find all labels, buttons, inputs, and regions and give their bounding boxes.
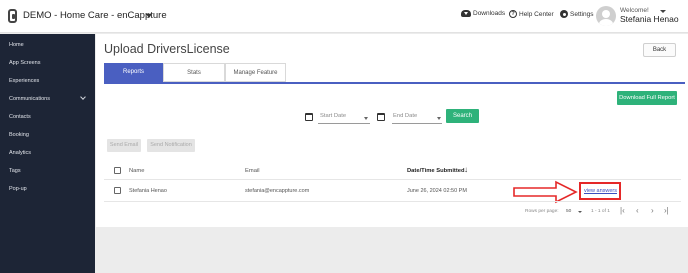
end-date-input[interactable]: End Date [393,113,417,119]
column-header-name[interactable]: Name [129,168,144,174]
help-icon: ? [509,10,517,18]
calendar-icon[interactable] [377,113,385,121]
sidebar-item-communications[interactable]: Communications [9,96,50,102]
cloud-download-icon [461,10,471,17]
start-date-underline [318,123,370,124]
app-switcher-caret-icon[interactable] [146,14,152,18]
help-center-label: Help Center [519,10,554,18]
table-cell-submitted: June 26, 2024 02:50 PM [407,188,467,194]
select-all-checkbox[interactable] [114,167,121,174]
settings-label: Settings [570,10,594,18]
chevron-down-icon[interactable] [364,117,368,120]
sidebar-item-pop-up[interactable]: Pop-up [9,186,27,192]
tab-underline [104,82,685,84]
top-bar: DEMO - Home Care - enCappture Downloads … [0,0,688,33]
sidebar-item-app-screens[interactable]: App Screens [9,60,41,66]
column-header-date-submitted[interactable]: Date/Time Submitted [407,168,465,174]
user-menu-caret-icon[interactable] [660,10,666,13]
gear-icon [560,10,568,18]
last-page-icon[interactable]: ›| [664,207,669,215]
welcome-text: Welcome! [620,7,649,14]
downloads-link[interactable]: Downloads [461,10,505,17]
row-checkbox[interactable] [114,187,121,194]
sidebar-item-booking[interactable]: Booking [9,132,29,138]
download-full-report-button[interactable]: Download Full Report [617,91,677,105]
table-divider [104,201,681,202]
rows-per-page-select[interactable]: 50 [566,209,571,214]
app-logo-icon [8,9,17,23]
sidebar-item-contacts[interactable]: Contacts [9,114,31,120]
chevron-down-icon[interactable] [578,211,582,213]
help-center-link[interactable]: ? Help Center [509,10,554,18]
send-email-button[interactable]: Send Email [107,139,141,152]
next-page-icon[interactable]: › [651,207,654,215]
chevron-down-icon[interactable] [437,117,441,120]
sidebar-item-home[interactable]: Home [9,42,24,48]
user-name[interactable]: Stefania Henao [620,14,679,24]
previous-page-icon[interactable]: ‹ [636,207,639,215]
first-page-icon[interactable]: |‹ [620,207,625,215]
tab-reports[interactable]: Reports [104,63,163,82]
sidebar-item-analytics[interactable]: Analytics [9,150,31,156]
tab-stats[interactable]: Stats [163,63,225,82]
rows-per-page-label: Rows per page: [525,209,559,214]
table-divider [104,179,681,180]
page-title: Upload DriversLicense [104,42,230,56]
sidebar-item-experiences[interactable]: Experiences [9,78,39,84]
column-header-email[interactable]: Email [245,168,260,174]
pagination-range: 1 - 1 of 1 [591,209,610,214]
view-answers-link[interactable]: view answers [584,188,617,194]
settings-link[interactable]: Settings [560,10,594,18]
downloads-label: Downloads [473,10,506,17]
avatar[interactable] [596,6,616,26]
tab-manage-feature[interactable]: Manage Feature [225,63,286,82]
send-notification-button[interactable]: Send Notification [147,139,195,152]
start-date-input[interactable]: Start Date [320,113,346,119]
chevron-down-icon[interactable] [80,94,86,100]
search-button[interactable]: Search [446,109,479,123]
back-button[interactable]: Back [643,43,676,57]
sort-arrow-down-icon[interactable]: ↓ [464,166,468,174]
end-date-underline [392,123,442,124]
table-cell-email: stefania@encappture.com [245,188,310,194]
calendar-icon[interactable] [305,113,313,121]
sidebar-item-tags[interactable]: Tags [9,168,21,174]
table-cell-name: Stefania Henao [129,188,167,194]
